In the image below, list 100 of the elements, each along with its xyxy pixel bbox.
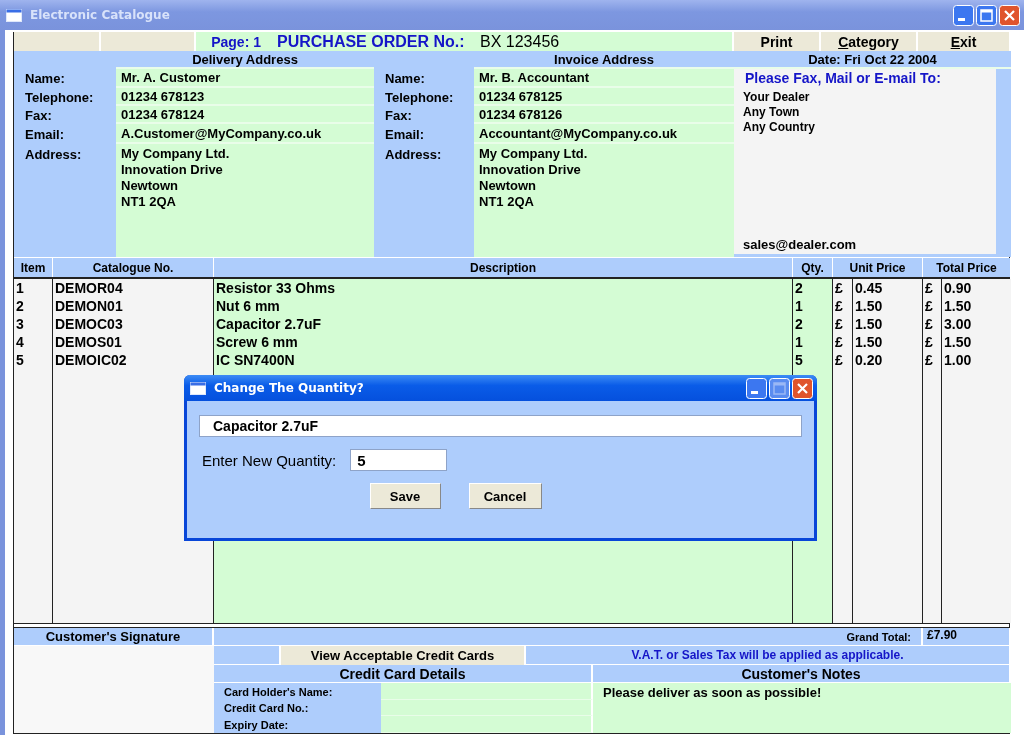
table-cell: DEMON01: [53, 297, 214, 315]
field-label: Address:: [14, 144, 116, 257]
table-cell: £: [923, 315, 942, 333]
maximize-icon[interactable]: [769, 377, 790, 399]
table-cell: 1: [14, 279, 53, 297]
table-cell: £: [833, 297, 853, 315]
dealer-address-line: Your Dealer: [743, 90, 811, 105]
input-field[interactable]: [381, 700, 593, 716]
section-heading: Delivery Address: [116, 51, 374, 69]
table-cell: £: [923, 333, 942, 351]
column-header: Catalogue No.: [53, 258, 214, 277]
dialog-button[interactable]: Cancel: [468, 483, 542, 509]
dealer-address-line: Any Town: [743, 105, 801, 120]
table-cell: 0.20: [853, 351, 923, 369]
credit-cards-button[interactable]: View Acceptable Credit Cards: [281, 646, 526, 665]
table-cell: £: [833, 279, 853, 297]
window-icon: [6, 8, 22, 22]
table-cell: DEMOS01: [53, 333, 214, 351]
field-label: Card Holder's Name:: [214, 683, 381, 700]
section-heading: Invoice Address: [474, 51, 734, 69]
toolbar-button[interactable]: Exit: [918, 32, 1011, 51]
table-cell: Screw 6 mm: [214, 333, 793, 351]
input-field[interactable]: [381, 716, 593, 733]
quantity-label: Enter New Quantity:: [202, 451, 337, 469]
table-cell: 1.50: [942, 297, 1011, 315]
field-label: Name:: [14, 69, 116, 88]
order-date: Date: Fri Oct 22 2004: [734, 51, 1011, 69]
table-cell: DEMOR04: [53, 279, 214, 297]
dialog-button[interactable]: Save: [369, 483, 441, 509]
table-cell: IC SN7400N: [214, 351, 793, 369]
column-header: Total Price: [923, 258, 1011, 277]
close-icon[interactable]: [792, 377, 813, 399]
page-number: Page: 1: [196, 32, 269, 51]
table-cell: 4: [14, 333, 53, 351]
close-icon[interactable]: [999, 4, 1020, 26]
input-field[interactable]: [381, 683, 593, 700]
table-cell: 1.50: [853, 297, 923, 315]
minimize-icon[interactable]: [746, 377, 767, 399]
field-label: Fax:: [374, 106, 474, 124]
table-cell: 1: [793, 297, 833, 315]
table-cell: 2: [793, 279, 833, 297]
table-cell: £: [833, 351, 853, 369]
section-heading: Credit Card Details: [214, 665, 593, 683]
table-cell: £: [833, 315, 853, 333]
field-value: 01234 678125: [474, 88, 734, 106]
field-label: Telephone:: [374, 88, 474, 106]
section-heading: Customer's Notes: [593, 665, 1011, 683]
field-value: Mr. B. Accountant: [474, 69, 734, 88]
minimize-icon[interactable]: [953, 4, 974, 26]
signature-label: Customer's Signature: [14, 628, 214, 646]
table-cell: £: [923, 279, 942, 297]
column-header: Qty.: [793, 258, 833, 277]
table-cell: 1.50: [853, 333, 923, 351]
window-title: Electronic Catalogue: [30, 8, 171, 22]
table-cell: 1.00: [942, 351, 1011, 369]
purchase-order-number: BX 123456: [474, 32, 734, 51]
vat-note: V.A.T. or Sales Tax will be applied as applicable.: [526, 646, 1011, 665]
field-label: Name:: [374, 69, 474, 88]
field-value: 01234 678123: [116, 88, 374, 106]
column-header: Unit Price: [833, 258, 923, 277]
toolbar-button[interactable]: Category: [821, 32, 918, 51]
field-label: Credit Card No.:: [214, 700, 381, 716]
table-cell: DEMOIC02: [53, 351, 214, 369]
field-value: 01234 678126: [474, 106, 734, 124]
table-cell: £: [923, 351, 942, 369]
column-header: Description: [214, 258, 793, 277]
table-cell: DEMOC03: [53, 315, 214, 333]
field-label: Email:: [14, 124, 116, 144]
table-cell: 5: [14, 351, 53, 369]
dealer-email: sales@dealer.com: [743, 237, 858, 254]
item-name-field: Capacitor 2.7uF: [199, 415, 802, 437]
dealer-address-line: Any Country: [743, 120, 816, 135]
table-cell: Resistor 33 Ohms: [214, 279, 793, 297]
table-cell: Nut 6 mm: [214, 297, 793, 315]
table-cell: 3.00: [942, 315, 1011, 333]
field-label: Expiry Date:: [214, 716, 381, 733]
table-cell: 1.50: [853, 315, 923, 333]
table-cell: 2: [14, 297, 53, 315]
field-value: A.Customer@MyCompany.co.uk: [116, 124, 374, 144]
table-cell: 5: [793, 351, 833, 369]
purchase-order-label: PURCHASE ORDER No.:: [269, 32, 474, 51]
table-cell: 2: [793, 315, 833, 333]
dialog-title: Change The Quantity?: [214, 381, 365, 395]
quantity-field[interactable]: 5: [350, 449, 448, 471]
send-to-heading: Please Fax, Mail or E-mail To:: [744, 69, 942, 88]
field-label: Fax:: [14, 106, 116, 124]
field-value: Accountant@MyCompany.co.uk: [474, 124, 734, 144]
grand-total-label: Grand Total:: [214, 628, 923, 646]
table-cell: 0.45: [853, 279, 923, 297]
field-value: Mr. A. Customer: [116, 69, 374, 88]
maximize-icon[interactable]: [976, 4, 997, 26]
table-cell: Capacitor 2.7uF: [214, 315, 793, 333]
grand-total-value: £7.90: [923, 628, 1011, 646]
toolbar-button[interactable]: Print: [734, 32, 821, 51]
table-cell: 3: [14, 315, 53, 333]
field-label: Address:: [374, 144, 474, 257]
customer-notes: Please deliver as soon as possible!: [593, 683, 1011, 733]
column-header: Item: [14, 258, 53, 277]
address-value: My Company Ltd. Innovation Drive Newtown NT1 2QA: [116, 144, 374, 257]
table-cell: £: [833, 333, 853, 351]
